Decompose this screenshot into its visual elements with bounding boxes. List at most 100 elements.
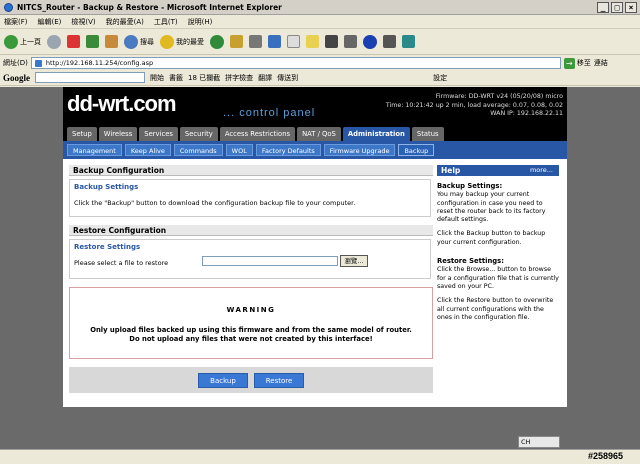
- spellcheck-button[interactable]: 拼字檢查: [225, 73, 253, 83]
- address-bar: 網址(D) http://192.168.11.254/config.asp →…: [0, 56, 640, 70]
- browse-button[interactable]: 瀏覽...: [340, 255, 368, 267]
- k3-icon[interactable]: [383, 35, 396, 48]
- sub-tabs: Management Keep Alive Commands WOL Facto…: [63, 141, 567, 159]
- tab-security[interactable]: Security: [179, 127, 218, 141]
- back-arrow-icon: [4, 34, 18, 49]
- window-title: NITCS_Router - Backup & Restore - Micros…: [17, 2, 282, 12]
- google-toolbar: Google 開始 書籤 18 已攔截 拼字檢查 翻譯 傳送到 設定: [0, 70, 640, 86]
- help-restore-section: Restore Settings: Click the Browse... bu…: [437, 257, 559, 322]
- links-label[interactable]: 連結: [594, 58, 608, 68]
- go-button[interactable]: → 移至: [563, 57, 591, 69]
- history-icon[interactable]: [210, 34, 224, 49]
- backup-settings-box: Backup Settings Click the "Backup" butto…: [69, 179, 431, 217]
- messenger-icon[interactable]: [402, 35, 415, 48]
- subtab-management[interactable]: Management: [67, 144, 122, 156]
- google-settings-button[interactable]: 設定: [433, 73, 447, 83]
- main-tabs: Setup Wireless Services Security Access …: [63, 123, 567, 141]
- favorites-button[interactable]: 我的最愛: [160, 34, 204, 49]
- subtab-backup[interactable]: Backup: [398, 144, 435, 156]
- forward-arrow-icon[interactable]: [47, 34, 61, 49]
- discuss-icon[interactable]: [287, 35, 300, 48]
- search-button[interactable]: 搜尋: [124, 34, 154, 49]
- toolbar: 上一頁 搜尋 我的最愛: [0, 29, 640, 55]
- print-icon[interactable]: [249, 35, 262, 48]
- menu-help[interactable]: 說明(H): [188, 17, 213, 27]
- firmware-text: Firmware: DD-WRT v24 (05/20/08) micro: [435, 93, 563, 100]
- mail-icon[interactable]: [230, 35, 243, 48]
- menu-view[interactable]: 檢視(V): [71, 17, 95, 27]
- maximize-button[interactable]: □: [611, 2, 623, 13]
- refresh-icon[interactable]: [86, 35, 99, 48]
- restore-button[interactable]: Restore: [254, 372, 304, 388]
- edit-icon[interactable]: [268, 35, 281, 48]
- home-icon[interactable]: [105, 35, 118, 48]
- menu-favorites[interactable]: 我的最愛(A): [106, 17, 144, 27]
- menu-edit[interactable]: 編輯(E): [38, 17, 62, 27]
- control-panel-label: ... control panel: [223, 107, 316, 119]
- router-header: dd-wrt.com ... control panel Firmware: D…: [63, 87, 567, 123]
- help-more-link[interactable]: more...: [530, 165, 553, 176]
- address-input[interactable]: http://192.168.11.254/config.asp: [30, 57, 561, 69]
- translate-button[interactable]: 翻譯: [258, 73, 272, 83]
- minimize-button[interactable]: _: [597, 2, 609, 13]
- subtab-keep-alive[interactable]: Keep Alive: [124, 144, 171, 156]
- tab-wireless[interactable]: Wireless: [98, 127, 138, 141]
- subtab-firmware-upgrade[interactable]: Firmware Upgrade: [323, 144, 396, 156]
- restore-settings-legend: Restore Settings: [74, 243, 141, 251]
- ddwrt-logo: dd-wrt.com: [67, 91, 177, 116]
- star-icon: [160, 34, 174, 49]
- subtab-wol[interactable]: WOL: [225, 144, 253, 156]
- action-button-bar: Backup Restore: [69, 367, 433, 393]
- k-icon[interactable]: [325, 35, 338, 48]
- google-search-input[interactable]: [35, 72, 145, 83]
- tab-administration[interactable]: Administration: [342, 127, 410, 141]
- help-restore-heading: Restore Settings:: [437, 257, 504, 266]
- help-backup-section: Backup Settings: You may backup your cur…: [437, 182, 559, 247]
- help-panel: Help more... Backup Settings: You may ba…: [437, 165, 559, 322]
- restore-settings-box: Restore Settings Please select a file to…: [69, 239, 431, 279]
- router-info: Firmware: DD-WRT v24 (05/20/08) micro Ti…: [386, 93, 563, 119]
- subtab-factory-defaults[interactable]: Factory Defaults: [255, 144, 321, 156]
- warning-title: WARNING: [226, 306, 276, 314]
- help-backup-text: You may backup your current configuratio…: [437, 191, 546, 224]
- tab-status[interactable]: Status: [411, 127, 444, 141]
- window-title-bar: NITCS_Router - Backup & Restore - Micros…: [0, 0, 640, 15]
- router-page: dd-wrt.com ... control panel Firmware: D…: [63, 87, 567, 407]
- search-icon: [124, 34, 138, 49]
- sendto-button[interactable]: 傳送到: [277, 73, 298, 83]
- tab-access-restrictions[interactable]: Access Restrictions: [219, 127, 296, 141]
- tab-services[interactable]: Services: [139, 127, 178, 141]
- menu-bar: 檔案(F) 編輯(E) 檢視(V) 我的最愛(A) 工具(T) 說明(H): [0, 15, 640, 29]
- close-button[interactable]: ×: [625, 2, 637, 13]
- google-bookmarks-button[interactable]: 書籤: [169, 73, 183, 83]
- warning-message: Only upload files backed up using this f…: [70, 326, 432, 344]
- k2-icon[interactable]: [344, 35, 357, 48]
- ime-indicator[interactable]: CH: [518, 436, 560, 448]
- google-open-button[interactable]: 開始: [150, 73, 164, 83]
- back-button[interactable]: 上一頁: [4, 34, 41, 49]
- tab-nat-qos[interactable]: NAT / QoS: [297, 127, 341, 141]
- backup-button[interactable]: Backup: [198, 372, 248, 388]
- help-restore-text: Click the Browse... button to browse for…: [437, 266, 559, 290]
- address-label: 網址(D): [3, 59, 28, 67]
- help-backup-text-2: Click the Backup button to backup your c…: [437, 230, 546, 246]
- menu-tools[interactable]: 工具(T): [154, 17, 178, 27]
- warning-line-2: Do not upload any files that were not cr…: [129, 335, 373, 343]
- tab-setup[interactable]: Setup: [67, 127, 97, 141]
- restore-config-heading: Restore Configuration: [69, 225, 433, 236]
- help-restore-text-2: Click the Restore button to overwrite al…: [437, 297, 554, 321]
- note-icon[interactable]: [306, 35, 319, 48]
- google-logo: Google: [3, 72, 30, 83]
- subtab-commands[interactable]: Commands: [173, 144, 223, 156]
- ie-icon: [4, 2, 13, 12]
- help-title: Help: [441, 166, 461, 175]
- restore-file-input[interactable]: [202, 256, 338, 266]
- warning-line-1: Only upload files backed up using this f…: [90, 326, 412, 334]
- bluetooth-icon[interactable]: [363, 34, 377, 49]
- status-bar: [0, 449, 640, 464]
- stop-icon[interactable]: [67, 35, 80, 48]
- browser-viewport: dd-wrt.com ... control panel Firmware: D…: [0, 87, 640, 449]
- popup-blocked-button[interactable]: 18 已攔截: [188, 73, 220, 83]
- uptime-text: Time: 10:21:42 up 2 min, load average: 0…: [385, 101, 563, 109]
- menu-file[interactable]: 檔案(F): [4, 17, 28, 27]
